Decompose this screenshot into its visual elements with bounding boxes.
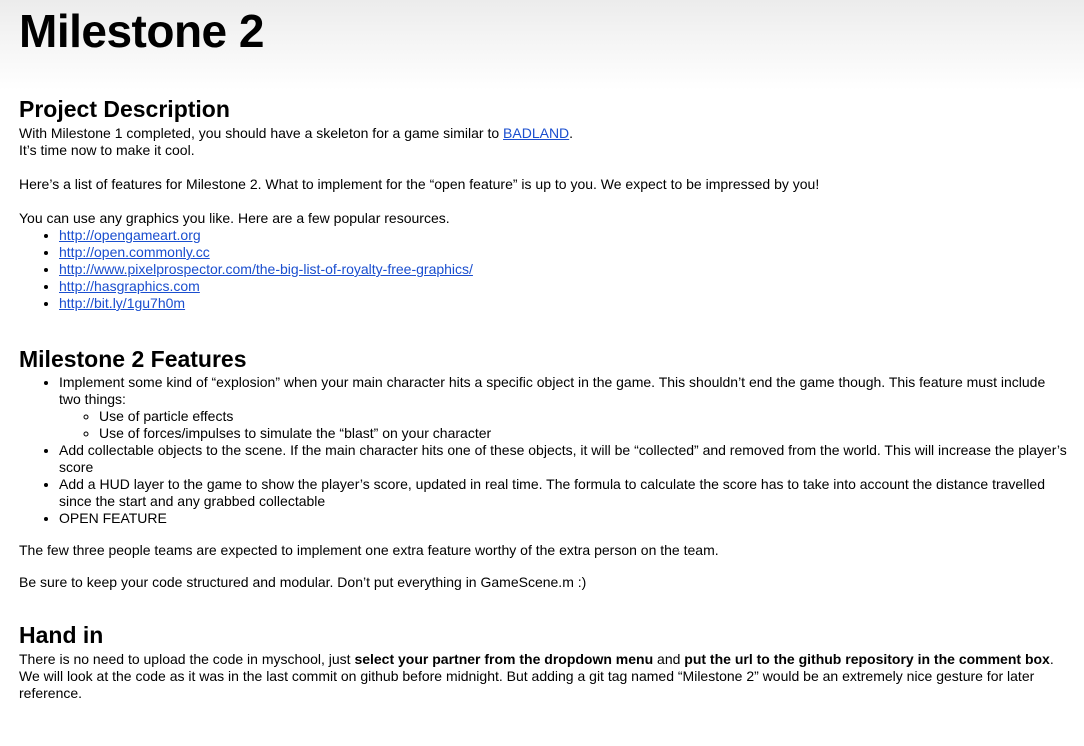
list-item: http://bit.ly/1gu7h0m (59, 295, 1069, 312)
list-item: http://hasgraphics.com (59, 278, 1069, 295)
resource-link-opengameart[interactable]: http://opengameart.org (59, 227, 201, 243)
document: Milestone 2 Project Description With Mil… (19, 0, 1069, 702)
hand-in-paragraph: There is no need to upload the code in m… (19, 651, 1069, 702)
hand-in-bold-2: put the url to the github repository in … (684, 651, 1050, 667)
hand-in-heading: Hand in (19, 622, 104, 648)
hand-in-text-1: There is no need to upload the code in m… (19, 651, 355, 667)
intro-period: . (569, 125, 574, 141)
hand-in-text-2: and (653, 651, 685, 667)
list-item: http://open.commonly.cc (59, 244, 1069, 261)
hand-in-text-3: . (1049, 651, 1054, 667)
resource-link-commonly[interactable]: http://open.commonly.cc (59, 244, 210, 260)
project-description-heading: Project Description (19, 96, 230, 122)
list-item: http://opengameart.org (59, 227, 1069, 244)
feature-explosion: Implement some kind of “explosion” when … (59, 374, 1046, 407)
list-item: Use of particle effects (99, 408, 1069, 425)
resource-link-pixelprospector[interactable]: http://www.pixelprospector.com/the-big-l… (59, 261, 473, 277)
features-intro-text: Here’s a list of features for Milestone … (19, 176, 820, 192)
feature-hud: Add a HUD layer to the game to show the … (59, 476, 1069, 510)
list-item: http://www.pixelprospector.com/the-big-l… (59, 261, 1069, 278)
resource-link-hasgraphics[interactable]: http://hasgraphics.com (59, 278, 200, 294)
page-title: Milestone 2 (19, 5, 265, 57)
intro-line2: It’s time now to make it cool. (19, 142, 195, 158)
intro-text: With Milestone 1 completed, you should h… (19, 125, 504, 141)
explosion-sublist: Use of particle effects Use of forces/im… (59, 408, 1069, 442)
feature-list: Implement some kind of “explosion” when … (19, 374, 1069, 527)
list-item: Implement some kind of “explosion” when … (59, 374, 1069, 442)
resource-link-bitly[interactable]: http://bit.ly/1gu7h0m (59, 295, 185, 311)
badland-link[interactable]: BADLAND (503, 125, 569, 141)
feature-open: OPEN FEATURE (59, 510, 1069, 527)
features-heading: Milestone 2 Features (19, 346, 247, 372)
graphics-text: You can use any graphics you like. Here … (19, 210, 450, 226)
code-text: Be sure to keep your code structured and… (19, 574, 587, 590)
teams-text: The few three people teams are expected … (19, 542, 719, 558)
list-item: Use of forces/impulses to simulate the “… (99, 425, 1069, 442)
resource-list: http://opengameart.org http://open.commo… (19, 227, 1069, 312)
hand-in-bold-1: select your partner from the dropdown me… (354, 651, 654, 667)
feature-collectables: Add collectable objects to the scene. If… (59, 442, 1069, 476)
hand-in-line2: We will look at the code as it was in th… (19, 668, 1035, 701)
intro-paragraph: With Milestone 1 completed, you should h… (19, 125, 1069, 159)
